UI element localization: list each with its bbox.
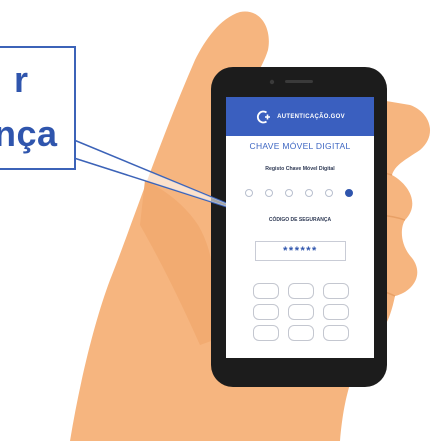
keypad-key[interactable] xyxy=(253,304,279,320)
phone-speaker xyxy=(285,80,313,83)
callout-text-line2: nça xyxy=(0,113,58,154)
step-dot-active xyxy=(345,189,353,197)
step-indicator xyxy=(245,189,357,199)
step-dot xyxy=(325,189,333,197)
step-dot xyxy=(245,189,253,197)
illustration: r nça AUTENTICAÇÃO.GOV CHAVE MÓVEL DIGIT… xyxy=(0,0,445,441)
screen-title: CHAVE MÓVEL DIGITAL xyxy=(249,141,351,151)
keypad-key[interactable] xyxy=(253,283,279,299)
keypad-key[interactable] xyxy=(288,283,314,299)
callout-text-line1: r xyxy=(14,59,29,100)
keypad-key[interactable] xyxy=(253,325,279,341)
keypad-key[interactable] xyxy=(323,283,349,299)
step-dot xyxy=(305,189,313,197)
keypad-key[interactable] xyxy=(323,325,349,341)
screen-subtitle: Registo Chave Móvel Digital xyxy=(265,166,335,172)
phone-camera xyxy=(269,79,275,85)
security-code-label: CÓDIGO DE SEGURANÇA xyxy=(268,217,332,223)
phone-screen: AUTENTICAÇÃO.GOV CHAVE MÓVEL DIGITAL Reg… xyxy=(226,97,374,358)
keypad-key[interactable] xyxy=(288,325,314,341)
app-header: AUTENTICAÇÃO.GOV xyxy=(226,97,374,136)
step-dot xyxy=(265,189,273,197)
plus-c-logo-icon xyxy=(257,110,271,123)
app-name: AUTENTICAÇÃO.GOV xyxy=(277,113,345,120)
keypad-key[interactable] xyxy=(323,304,349,320)
step-dot xyxy=(285,189,293,197)
keypad-key[interactable] xyxy=(288,304,314,320)
keypad xyxy=(253,283,349,345)
security-code-field[interactable]: ****** xyxy=(255,241,346,261)
